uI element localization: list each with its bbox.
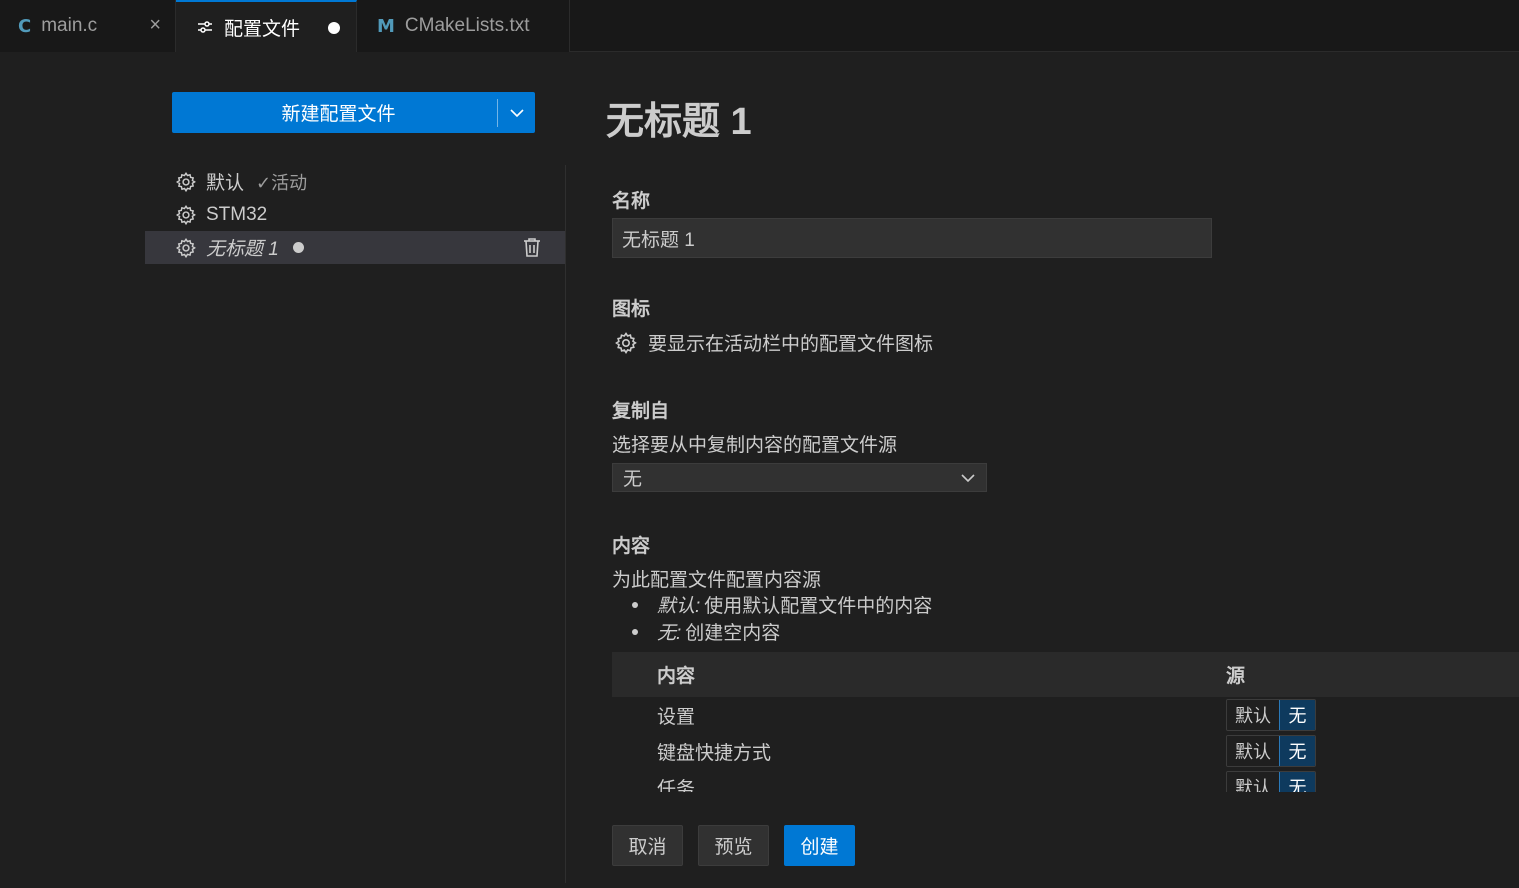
- copy-from-description: 选择要从中复制内容的配置文件源: [612, 435, 898, 456]
- create-button[interactable]: 创建: [784, 825, 855, 866]
- bullet-text: 使用默认配置文件中的内容: [704, 596, 933, 617]
- table-row: 设置 默认 无: [612, 697, 1519, 733]
- row-label: 任务: [657, 778, 696, 793]
- editor-tab-bar: C main.c × 配置文件 M CMakeLists.txt: [0, 0, 1519, 52]
- table-row: 任务 默认 无: [612, 769, 1519, 792]
- tab-cmakelists[interactable]: M CMakeLists.txt: [357, 0, 570, 52]
- trash-icon[interactable]: [521, 236, 543, 258]
- profile-name-input[interactable]: [612, 218, 1212, 258]
- c-file-icon: C: [18, 15, 32, 37]
- profile-name: 无标题 1: [206, 239, 279, 260]
- tab-label: CMakeLists.txt: [404, 15, 530, 36]
- gear-icon: [175, 237, 197, 259]
- unsaved-dot-icon[interactable]: [328, 22, 340, 34]
- table-header: 内容 源: [612, 652, 1519, 697]
- unsaved-dot-icon: [292, 242, 304, 253]
- contents-table: 内容 源 设置 默认 无 键盘快捷方式 默认 无 任务 默认 无: [612, 652, 1519, 792]
- row-label: 设置: [657, 706, 696, 728]
- source-toggle: 默认 无: [1226, 771, 1316, 792]
- bullet-text: 创建空内容: [685, 623, 781, 644]
- tab-main-c[interactable]: C main.c ×: [0, 0, 176, 52]
- contents-bullets: 默认: 使用默认配置文件中的内容 无: 创建空内容: [632, 591, 932, 645]
- source-toggle: 默认 无: [1226, 699, 1316, 731]
- list-item: 无: 创建空内容: [632, 618, 932, 645]
- source-default-option[interactable]: 默认: [1227, 736, 1279, 766]
- close-icon[interactable]: ×: [149, 14, 161, 37]
- contents-description: 为此配置文件配置内容源: [612, 570, 822, 591]
- profile-item-untitled[interactable]: 无标题 1: [145, 231, 565, 264]
- source-none-option[interactable]: 无: [1279, 772, 1315, 792]
- page-title: 无标题 1: [606, 101, 752, 143]
- bullet-term: 默认:: [657, 596, 701, 617]
- new-profile-button[interactable]: 新建配置文件: [172, 92, 535, 133]
- profile-name: STM32: [206, 203, 268, 225]
- table-row: 键盘快捷方式 默认 无: [612, 733, 1519, 769]
- gear-icon: [175, 204, 197, 226]
- new-profile-label: 新建配置文件: [281, 104, 396, 125]
- bullet-term: 无:: [657, 623, 682, 644]
- gear-icon: [175, 171, 197, 193]
- source-none-option[interactable]: 无: [1279, 736, 1315, 766]
- source-none-option[interactable]: 无: [1279, 700, 1315, 730]
- copy-from-select[interactable]: 无: [612, 463, 987, 492]
- select-value: 无: [623, 469, 643, 490]
- profile-item-default[interactable]: 默认 ✓活动: [145, 165, 565, 198]
- source-default-option[interactable]: 默认: [1227, 772, 1279, 792]
- row-label: 键盘快捷方式: [657, 742, 772, 764]
- profile-item-stm32[interactable]: STM32: [145, 198, 565, 231]
- profile-settings-icon: [196, 18, 214, 36]
- copy-from-heading: 复制自: [612, 401, 670, 422]
- contents-heading: 内容: [612, 536, 651, 557]
- name-heading: 名称: [612, 191, 651, 212]
- chevron-down-icon[interactable]: [498, 105, 535, 121]
- icon-heading: 图标: [612, 299, 651, 320]
- panel-divider[interactable]: [565, 165, 566, 883]
- profile-name: 默认: [206, 173, 245, 194]
- preview-button[interactable]: 预览: [698, 825, 769, 866]
- active-badge: ✓活动: [256, 172, 308, 193]
- column-header-source: 源: [1226, 666, 1246, 687]
- tab-label: 配置文件: [224, 18, 301, 40]
- icon-picker-row: 要显示在活动栏中的配置文件图标: [614, 329, 933, 356]
- icon-description: 要显示在活动栏中的配置文件图标: [648, 334, 934, 355]
- source-toggle: 默认 无: [1226, 735, 1316, 767]
- profile-list: 默认 ✓活动 STM32 无标题 1: [145, 165, 565, 264]
- column-header-content: 内容: [657, 666, 696, 687]
- tab-label: main.c: [41, 15, 98, 36]
- list-item: 默认: 使用默认配置文件中的内容: [632, 591, 932, 618]
- chevron-down-icon: [960, 470, 976, 486]
- cancel-button[interactable]: 取消: [612, 825, 683, 866]
- gear-icon[interactable]: [614, 331, 638, 355]
- cmake-file-icon: M: [377, 15, 395, 37]
- tab-profiles[interactable]: 配置文件: [176, 0, 357, 52]
- source-default-option[interactable]: 默认: [1227, 700, 1279, 730]
